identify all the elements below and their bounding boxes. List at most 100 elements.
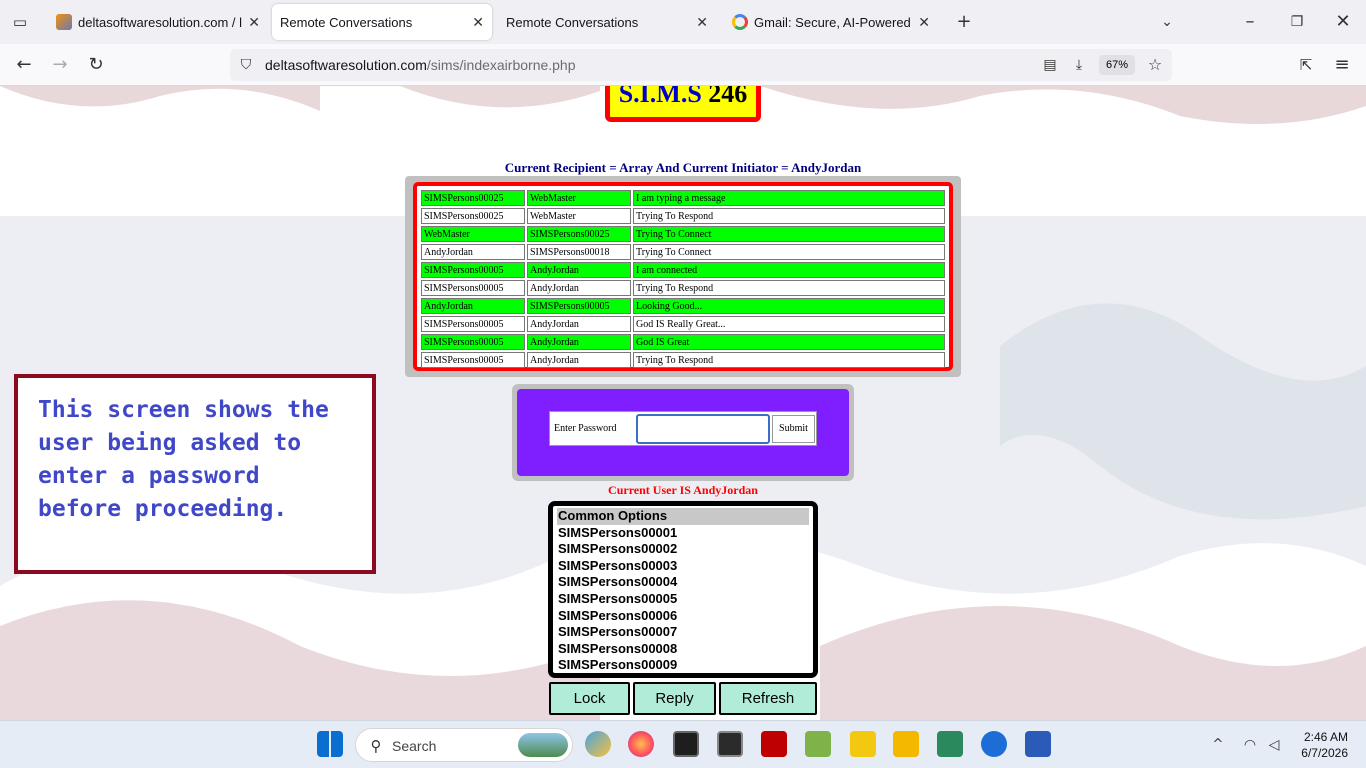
sender-cell: SIMSPersons00005 [421, 280, 525, 296]
reader-view-icon[interactable]: ▤ [1038, 53, 1062, 77]
option-item[interactable]: SIMSPersons00001 [557, 525, 809, 542]
sender-cell: WebMaster [421, 226, 525, 242]
message-cell: I am connected [633, 262, 945, 278]
close-icon[interactable]: ✕ [248, 14, 260, 31]
password-form: Enter Password Submit [549, 411, 817, 446]
sender-cell: AndyJordan [421, 244, 525, 260]
filezilla-icon[interactable] [761, 731, 787, 757]
word-icon[interactable] [1025, 731, 1051, 757]
url-bar[interactable]: ⛉ deltasoftwaresolution.com/sims/indexai… [230, 49, 1172, 81]
sender-cell: SIMSPersons00005 [421, 352, 525, 368]
help-icon[interactable] [981, 731, 1007, 757]
conversation-table: SIMSPersons00025 WebMaster I am typing a m… [419, 188, 947, 370]
maximize-icon[interactable]: ❐ [1285, 10, 1309, 34]
message-cell: I am typing a message [633, 190, 945, 206]
tab-3[interactable]: Remote Conversations ✕ [496, 4, 716, 40]
minimize-icon[interactable]: – [1238, 10, 1262, 34]
volume-icon[interactable]: ◁ [1262, 733, 1286, 757]
windows-start-icon[interactable] [317, 731, 343, 757]
extensions-icon[interactable]: ⇱ [1294, 53, 1318, 77]
options-list[interactable]: Common Options SIMSPersons00001 SIMSPerson… [553, 506, 813, 673]
zoom-level[interactable]: 67% [1099, 55, 1135, 75]
search-label: Search [392, 738, 437, 754]
option-item[interactable]: SIMSPersons00008 [557, 641, 809, 658]
tab-4[interactable]: Gmail: Secure, AI-Powered Emai ✕ [722, 4, 938, 40]
message-cell: God IS Really Great... [633, 316, 945, 332]
list-tabs-icon[interactable]: ⌄ [1155, 10, 1179, 34]
page-content: S.I.M.S 246 Current Recipient = Array An… [0, 86, 1366, 720]
annotation-callout: This screen shows the user being asked t… [14, 374, 376, 574]
browser-tab-bar: ▭ deltasoftwaresolution.com / loc ✕ Remo… [0, 0, 1366, 44]
cmd-icon[interactable] [717, 731, 743, 757]
tab-2[interactable]: Remote Conversations ✕ [272, 4, 492, 40]
firefox-icon[interactable] [628, 731, 654, 757]
terminal-icon[interactable] [673, 731, 699, 757]
password-panel: Enter Password Submit [512, 384, 854, 481]
table-row: SIMSPersons00025 WebMaster I am typing a m… [421, 190, 945, 206]
pdf-icon[interactable] [850, 731, 876, 757]
receiver-cell: AndyJordan [527, 280, 631, 296]
close-icon[interactable]: ✕ [472, 14, 484, 31]
option-item[interactable]: SIMSPersons00007 [557, 624, 809, 641]
table-row: SIMSPersons00005 AndyJordan Trying To Resp… [421, 352, 945, 368]
tab-label: deltasoftwaresolution.com / loc [78, 14, 242, 30]
wifi-icon[interactable]: ◠ [1238, 733, 1262, 757]
table-row: AndyJordan SIMSPersons00005 Looking Good..… [421, 298, 945, 314]
receiver-cell: WebMaster [527, 208, 631, 224]
clock-date: 6/7/2026 [1301, 746, 1348, 760]
bookmark-star-icon[interactable]: ☆ [1143, 53, 1167, 77]
url-text[interactable]: deltasoftwaresolution.com/sims/indexairb… [265, 57, 576, 73]
option-item[interactable]: Common Options [557, 508, 809, 525]
receiver-cell: AndyJordan [527, 352, 631, 368]
option-item[interactable]: SIMSPersons00003 [557, 558, 809, 575]
sims-logo: S.I.M.S 246 [605, 86, 761, 122]
recipient-info: Current Recipient = Array And Current In… [504, 160, 862, 175]
close-icon[interactable]: ✕ [696, 14, 708, 31]
message-cell: God IS Great [633, 334, 945, 350]
app-icon[interactable] [585, 731, 611, 757]
message-cell: Trying To Respond [633, 208, 945, 224]
reply-button[interactable]: Reply [633, 682, 716, 715]
lock-button[interactable]: Lock [549, 682, 630, 715]
option-item[interactable]: SIMSPersons00002 [557, 541, 809, 558]
forward-icon[interactable]: → [48, 53, 72, 77]
password-input[interactable] [636, 414, 770, 444]
password-panel-inner: Enter Password Submit [517, 389, 849, 476]
table-row: WebMaster SIMSPersons00025 Trying To Conne… [421, 226, 945, 242]
file-explorer-icon[interactable] [893, 731, 919, 757]
clock[interactable]: 2:46 AM 6/7/2026 [1301, 729, 1348, 761]
option-item[interactable]: SIMSPersons00004 [557, 574, 809, 591]
search-box[interactable]: ⚲ Search [355, 728, 573, 762]
back-icon[interactable]: ← [12, 53, 36, 77]
sender-cell: SIMSPersons00025 [421, 190, 525, 206]
submit-button[interactable]: Submit [772, 415, 815, 443]
reader-icon[interactable] [937, 731, 963, 757]
options-list-box[interactable]: Common Options SIMSPersons00001 SIMSPerson… [548, 501, 818, 678]
reload-icon[interactable]: ↻ [84, 53, 108, 77]
option-item[interactable]: SIMSPersons00009 [557, 657, 809, 673]
clock-time: 2:46 AM [1303, 730, 1348, 744]
navigation-bar: ← → ↻ ⛉ deltasoftwaresolution.com/sims/i… [0, 44, 1366, 86]
sender-cell: AndyJordan [421, 298, 525, 314]
menu-icon[interactable]: ≡ [1330, 53, 1354, 77]
option-item[interactable]: SIMSPersons00005 [557, 591, 809, 608]
close-window-icon[interactable]: ✕ [1331, 10, 1355, 34]
conversation-panel: SIMSPersons00025 WebMaster I am typing a m… [405, 176, 961, 377]
option-item[interactable]: SIMSPersons00006 [557, 608, 809, 625]
refresh-button[interactable]: Refresh [719, 682, 817, 715]
table-row: SIMSPersons00005 AndyJordan God IS Really … [421, 316, 945, 332]
sender-cell: SIMSPersons00005 [421, 316, 525, 332]
tab-1[interactable]: deltasoftwaresolution.com / loc ✕ [46, 4, 268, 40]
search-icon: ⚲ [370, 737, 382, 755]
table-row: SIMSPersons00005 AndyJordan Trying To Resp… [421, 280, 945, 296]
sender-cell: SIMSPersons00005 [421, 334, 525, 350]
chevron-up-icon[interactable]: ^ [1206, 733, 1230, 757]
notepad-icon[interactable] [805, 731, 831, 757]
close-icon[interactable]: ✕ [918, 14, 930, 31]
new-tab-icon[interactable]: + [952, 10, 976, 34]
receiver-cell: AndyJordan [527, 334, 631, 350]
password-label: Enter Password [554, 423, 617, 434]
tab-overview-icon[interactable]: ▭ [8, 10, 32, 34]
download-icon[interactable]: ⤓ [1067, 53, 1091, 77]
site-security-icon[interactable]: ⛉ [234, 53, 258, 77]
